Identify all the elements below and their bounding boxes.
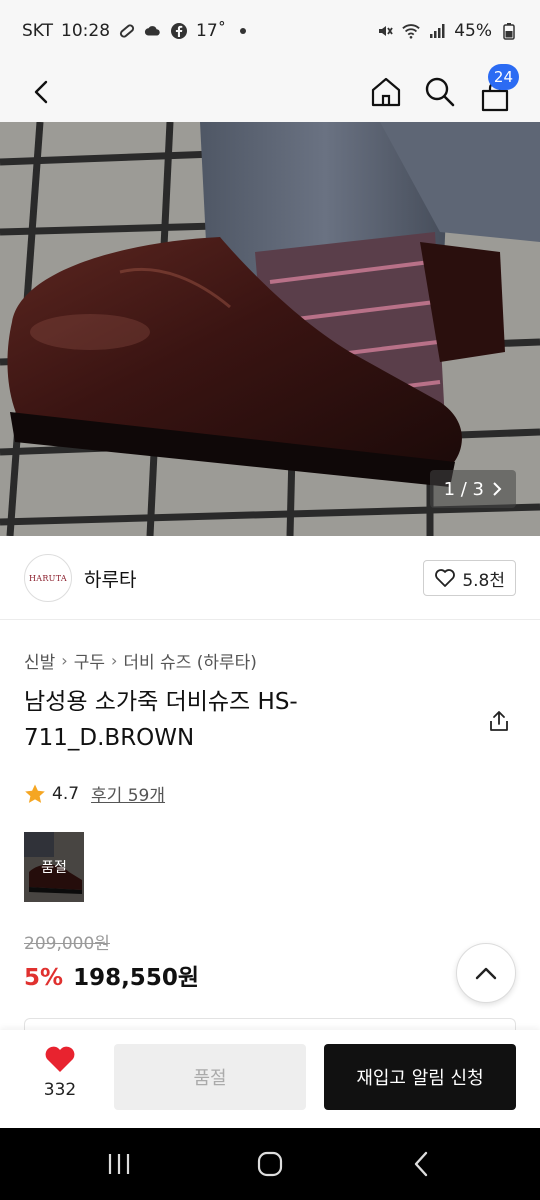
breadcrumb-item[interactable]: 신발 (24, 648, 55, 673)
soldout-button[interactable]: 품절 (114, 1044, 306, 1110)
heart-filled-icon (45, 1046, 75, 1072)
brand-row: HARUTA 하루타 5.8천 (0, 536, 540, 620)
image-counter-label: 1 / 3 (443, 478, 484, 500)
brand-name[interactable]: 하루타 (84, 565, 136, 592)
chevron-right-icon: › (110, 651, 118, 670)
sale-price: 198,550원 (73, 965, 199, 991)
battery-percent: 45% (454, 21, 492, 41)
home-button[interactable] (360, 66, 412, 118)
option-soldout-label: 품절 (24, 832, 84, 902)
chevron-right-icon: › (61, 651, 68, 670)
signal-icon (428, 22, 446, 40)
mute-icon (376, 22, 394, 40)
chevron-right-icon (493, 482, 502, 496)
brand-like-count: 5.8천 (462, 570, 505, 591)
status-bar: SKT 10:28 17˚ 45% (0, 0, 540, 62)
search-button[interactable] (414, 66, 466, 118)
brand-like-button[interactable]: 5.8천 (423, 560, 516, 596)
system-nav-bar (0, 1128, 540, 1200)
brand-logo-text: HARUTA (29, 573, 67, 583)
rating-value: 4.7 (52, 783, 80, 804)
home-icon (371, 77, 401, 107)
back-chevron-icon (414, 1151, 428, 1177)
temperature: 17˚ (196, 21, 227, 41)
share-icon (490, 711, 508, 731)
share-button[interactable] (484, 706, 514, 736)
price-row: 5% 198,550원 (24, 958, 199, 992)
breadcrumb-item[interactable]: 더비 슈즈 (하루타) (123, 648, 257, 673)
product-title: 남성용 소가죽 더비슈즈 HS-711_D.BROWN (24, 689, 298, 751)
brand-logo[interactable]: HARUTA (24, 554, 72, 602)
link-icon (118, 22, 136, 40)
cart-count-badge: 24 (487, 64, 519, 90)
search-icon (425, 77, 455, 107)
chevron-up-icon (475, 967, 497, 980)
bottom-action-bar: 332 품절 재입고 알림 신청 (0, 1030, 540, 1128)
review-link[interactable]: 후기 59개 (91, 781, 165, 806)
original-price: 209,000원 (24, 934, 110, 954)
heart-outline-icon (435, 569, 456, 587)
option-thumbnail[interactable]: 품절 (24, 832, 84, 902)
facebook-icon (170, 22, 188, 40)
battery-icon (500, 22, 518, 40)
back-icon (34, 80, 48, 104)
status-left: SKT 10:28 17˚ (22, 21, 252, 41)
back-button[interactable] (16, 66, 68, 118)
breadcrumb-item[interactable]: 구두 (74, 648, 105, 673)
rating-row: 4.7 후기 59개 (24, 781, 165, 806)
status-right: 45% (376, 21, 518, 41)
wishlist-button[interactable]: 332 (30, 1044, 90, 1116)
image-counter[interactable]: 1 / 3 (429, 470, 516, 508)
cloud-icon (144, 22, 162, 40)
wishlist-count: 332 (43, 1080, 77, 1100)
home-circle-icon (257, 1151, 283, 1177)
clock: 10:28 (61, 21, 111, 41)
dot-icon (234, 22, 252, 40)
recent-apps-button[interactable] (99, 1144, 139, 1184)
recents-icon (108, 1154, 130, 1174)
system-back-button[interactable] (401, 1144, 441, 1184)
discount-rate: 5% (24, 965, 64, 991)
star-icon (25, 784, 45, 803)
scroll-to-top-button[interactable] (456, 943, 516, 1003)
top-nav: 24 (0, 62, 540, 122)
system-home-button[interactable] (250, 1144, 290, 1184)
restock-alert-button[interactable]: 재입고 알림 신청 (324, 1044, 516, 1110)
product-image-carousel[interactable]: 1 / 3 (0, 122, 540, 536)
carrier-label: SKT (22, 21, 54, 41)
cart-button[interactable]: 24 (469, 64, 521, 118)
breadcrumb: 신발 › 구두 › 더비 슈즈 (하루타) (24, 648, 257, 673)
wifi-icon (402, 22, 420, 40)
